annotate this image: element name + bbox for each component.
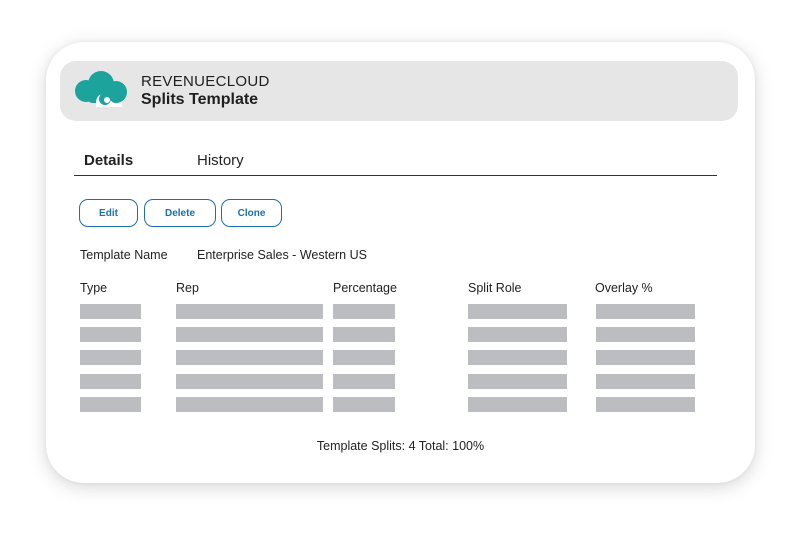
- placeholder-cell-overlay: [596, 350, 695, 365]
- placeholder-cell-type: [80, 327, 141, 342]
- placeholder-cell-percentage: [333, 304, 395, 319]
- placeholder-cell-rep: [176, 350, 323, 365]
- placeholder-cell-split-role: [468, 327, 567, 342]
- placeholder-cell-split-role: [468, 374, 567, 389]
- placeholder-cell-split-role: [468, 350, 567, 365]
- template-name-value: Enterprise Sales - Western US: [197, 248, 367, 262]
- placeholder-cell-overlay: [596, 304, 695, 319]
- delete-button[interactable]: Delete: [144, 199, 216, 227]
- placeholder-cell-overlay: [596, 397, 695, 412]
- placeholder-cell-type: [80, 374, 141, 389]
- placeholder-cell-percentage: [333, 327, 395, 342]
- placeholder-cell-percentage: [333, 374, 395, 389]
- brand-name: REVENUECLOUD: [141, 73, 270, 90]
- placeholder-cell-overlay: [596, 374, 695, 389]
- column-header-rep: Rep: [176, 281, 199, 295]
- placeholder-cell-type: [80, 304, 141, 319]
- placeholder-cell-percentage: [333, 350, 395, 365]
- placeholder-cell-percentage: [333, 397, 395, 412]
- placeholder-cell-rep: [176, 374, 323, 389]
- placeholder-cell-type: [80, 350, 141, 365]
- placeholder-cell-split-role: [468, 304, 567, 319]
- cloud-logo-icon: [75, 71, 127, 107]
- tab-history[interactable]: History: [197, 152, 244, 169]
- edit-button[interactable]: Edit: [79, 199, 138, 227]
- column-header-overlay: Overlay %: [595, 281, 653, 295]
- placeholder-cell-rep: [176, 327, 323, 342]
- tab-details[interactable]: Details: [84, 152, 133, 169]
- splits-template-card: REVENUECLOUD Splits Template Details His…: [46, 42, 755, 483]
- clone-button[interactable]: Clone: [221, 199, 282, 227]
- template-name-label: Template Name: [80, 248, 168, 262]
- app-header: REVENUECLOUD Splits Template: [60, 61, 738, 121]
- tab-bar: Details History: [74, 149, 717, 176]
- placeholder-cell-rep: [176, 397, 323, 412]
- column-header-type: Type: [80, 281, 108, 295]
- placeholder-cell-overlay: [596, 327, 695, 342]
- placeholder-cell-rep: [176, 304, 323, 319]
- placeholder-cell-split-role: [468, 397, 567, 412]
- page-title: Splits Template: [141, 91, 259, 108]
- column-header-split-role: Split Role: [468, 281, 522, 295]
- column-header-percentage: Percentage: [333, 281, 397, 295]
- template-splits-summary: Template Splits: 4 Total: 100%: [316, 439, 485, 453]
- placeholder-cell-type: [80, 397, 141, 412]
